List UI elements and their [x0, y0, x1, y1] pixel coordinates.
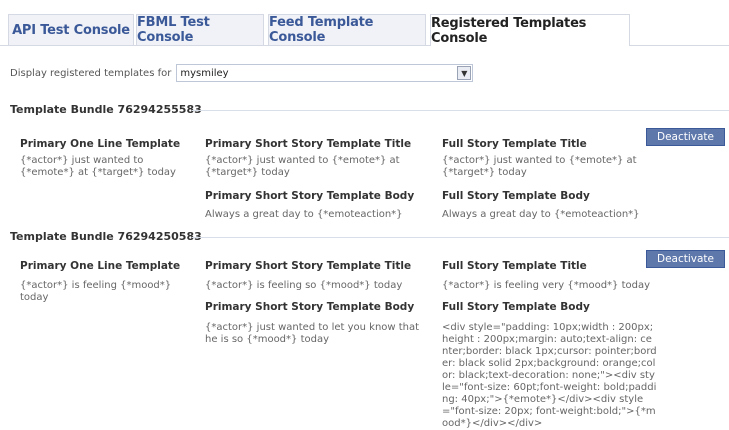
tab-api-test-console[interactable]: API Test Console	[8, 14, 134, 45]
chevron-down-icon[interactable]: ▼	[457, 66, 472, 80]
one-line-template-heading: Primary One Line Template	[20, 138, 181, 150]
short-story-title-heading: Primary Short Story Template Title	[205, 260, 412, 272]
full-story-title-text: {*actor*} just wanted to {*emote*} at {*…	[442, 155, 637, 178]
short-story-title-text: {*actor*} just wanted to {*emote*} at {*…	[205, 155, 400, 178]
full-story-body-heading: Full Story Template Body	[442, 301, 590, 313]
short-story-title-heading: Primary Short Story Template Title	[205, 138, 412, 150]
short-story-body-text: Always a great day to {*emoteaction*}	[205, 209, 403, 220]
tab-feed-template-console[interactable]: Feed Template Console	[268, 14, 426, 45]
full-story-body-text: <div style="padding: 10px;width : 200px;…	[442, 322, 657, 429]
bundle-title: Template Bundle 76294250583	[10, 230, 202, 243]
short-story-title-text: {*actor*} is feeling so {*mood*} today	[205, 280, 403, 291]
short-story-body-heading: Primary Short Story Template Body	[205, 190, 415, 202]
deactivate-button[interactable]: Deactivate	[646, 128, 725, 146]
bundle-header: Template Bundle 76294255583	[10, 103, 729, 116]
full-story-body-text: Always a great day to {*emoteaction*}	[442, 209, 640, 220]
display-templates-label: Display registered templates for	[10, 67, 172, 79]
one-line-template-heading: Primary One Line Template	[20, 260, 181, 272]
bundle-divider	[192, 110, 729, 111]
bundle-divider	[192, 237, 729, 238]
tab-fbml-test-console[interactable]: FBML Test Console	[136, 14, 264, 45]
short-story-body-heading: Primary Short Story Template Body	[205, 301, 415, 313]
short-story-body-text: {*actor*} just wanted to let you know th…	[205, 322, 420, 345]
one-line-template-text: {*actor*} is feeling {*mood*} today	[20, 280, 172, 303]
display-templates-row: Display registered templates for mysmile…	[10, 62, 474, 84]
full-story-body-heading: Full Story Template Body	[442, 190, 590, 202]
deactivate-button[interactable]: Deactivate	[646, 250, 725, 268]
console-tabs: API Test Console FBML Test Console Feed …	[0, 0, 729, 46]
full-story-title-heading: Full Story Template Title	[442, 138, 587, 150]
tab-registered-templates-console[interactable]: Registered Templates Console	[430, 14, 630, 46]
one-line-template-text: {*actor*} just wanted to {*emote*} at {*…	[20, 155, 176, 178]
full-story-title-text: {*actor*} is feeling very {*mood*} today	[442, 280, 651, 291]
app-select[interactable]: mysmiley ▼	[176, 64, 474, 82]
bundle-title: Template Bundle 76294255583	[10, 103, 202, 116]
app-select-value: mysmiley	[180, 67, 229, 79]
full-story-title-heading: Full Story Template Title	[442, 260, 587, 272]
bundle-header: Template Bundle 76294250583	[10, 230, 729, 243]
